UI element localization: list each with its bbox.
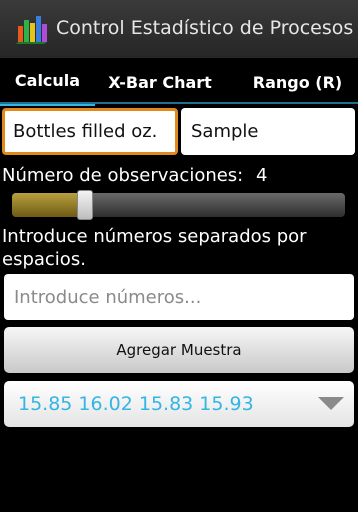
observations-slider[interactable] — [12, 193, 345, 217]
tab-bar: Calcula X-Bar Chart Rango (R) — [0, 58, 358, 106]
observations-count: 4 — [256, 165, 268, 186]
app-title: Control Estadístico de Procesos — [56, 17, 354, 39]
chevron-down-icon[interactable] — [308, 381, 354, 427]
variable-name-field[interactable]: Bottles filled oz. — [2, 108, 178, 155]
samples-dropdown-value: 15.85 16.02 15.83 15.93 — [18, 393, 254, 415]
slider-thumb[interactable] — [77, 190, 93, 220]
tab-xbar-chart[interactable]: X-Bar Chart — [100, 58, 220, 106]
samples-dropdown[interactable]: 15.85 16.02 15.83 15.93 — [4, 381, 354, 427]
action-bar: Control Estadístico de Procesos — [0, 0, 358, 58]
sample-name-field[interactable]: Sample — [181, 108, 355, 155]
tab-rango[interactable]: Rango (R) — [245, 58, 350, 106]
slider-progress — [12, 193, 85, 217]
observations-label: Número de observaciones: — [2, 165, 244, 186]
add-sample-button[interactable]: Agregar Muestra — [4, 327, 354, 373]
instructions-text: Introduce números separados por espacios… — [2, 226, 307, 270]
bar-chart-icon — [16, 16, 47, 44]
tab-divider — [0, 102, 358, 104]
tab-calcula[interactable]: Calcula — [0, 58, 95, 106]
numbers-input[interactable]: Introduce números... — [4, 274, 354, 320]
